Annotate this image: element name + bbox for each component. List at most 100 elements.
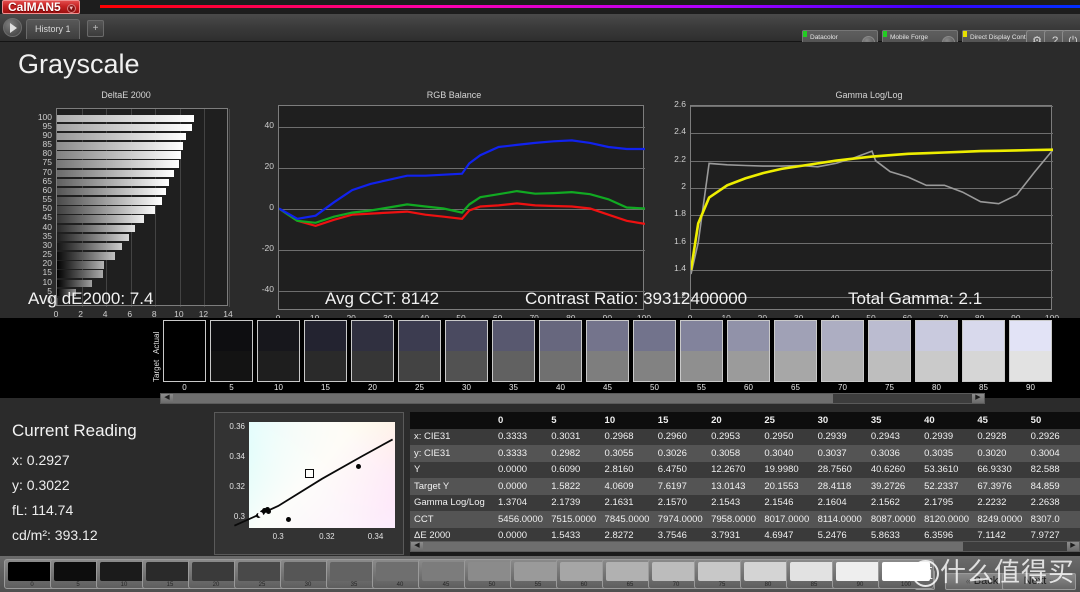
plot-area [56,108,230,307]
y-axis-tick: 80 [42,148,52,159]
patch-target [728,351,769,381]
patch-number: 5 [229,383,234,392]
patch-actual [634,321,675,351]
patch-swatch[interactable] [821,320,864,382]
scrollbar-thumb[interactable] [423,542,963,551]
patch-swatch[interactable] [962,320,1005,382]
patch-actual [681,321,722,351]
y-axis-tick: 95 [42,120,52,131]
swatch-fill [468,562,516,581]
run-button[interactable] [3,18,22,37]
swatch-fill [514,562,562,581]
table-cell: 0.2926 [1026,428,1080,445]
patch-number: 25 [415,383,424,392]
table-cell: 7958.0000 [707,511,761,528]
swatch-fill [744,562,792,581]
table-cell: 0.3036 [866,445,921,462]
scrollbar-thumb[interactable] [173,394,833,403]
source-accent [883,31,887,37]
table-column-header: 50 [1026,412,1080,429]
brand-name: CalMAN [8,0,55,14]
toolbar: History 1 + Datacolor Spyder 4LCD (LED) … [0,14,1080,59]
patch-swatch[interactable] [680,320,723,382]
patch-swatch[interactable] [492,320,535,382]
patch-target [446,351,487,381]
bar [57,197,162,205]
patch-actual [399,321,440,351]
add-tab-label: + [92,23,99,34]
patch-swatch[interactable] [868,320,911,382]
series-line [279,202,645,228]
patch-swatch[interactable] [633,320,676,382]
patch-swatch[interactable] [1009,320,1052,382]
patch-number: 40 [556,383,565,392]
table-row-label: y: CIE31 [410,445,494,462]
chevron-down-icon[interactable]: ▼ [66,4,76,13]
patch-swatch[interactable] [915,320,958,382]
patch-swatch[interactable] [351,320,394,382]
series-overlay [691,148,1053,275]
swatch-fill [376,562,424,581]
y-axis-tick: -20 [261,242,274,253]
table-cell: 0.6090 [547,461,601,478]
patch-swatch[interactable] [445,320,488,382]
patch-number: 85 [979,383,988,392]
patch-number: 10 [274,383,283,392]
gridline [229,109,230,307]
tab-history-1[interactable]: History 1 [26,19,80,39]
gridline [204,109,206,307]
y-axis-tick: 1.8 [674,208,686,219]
calman-window: CalMAN5 ▼ History 1 + Datacolor Spyder 4… [0,0,1080,592]
scroll-left-icon[interactable]: ◀ [161,394,173,403]
patch-swatch[interactable] [586,320,629,382]
measurements-table: 0 5 10 15 20 25 30 35 40 45 50 x: CIE31 0.3333 0.3031… [410,412,1080,556]
y-axis-tick: 90 [42,129,52,140]
table-row: CCT 5456.0000 7515.0000 7845.0000 7974.0000 7… [410,511,1080,528]
patch-swatch[interactable] [210,320,253,382]
bar [57,252,115,260]
title-bar: CalMAN5 ▼ [0,0,1080,14]
patch-swatch[interactable] [727,320,770,382]
scroll-right-icon[interactable]: ▶ [972,394,984,403]
table-cell: 2.1543 [707,494,761,511]
table-cell: 39.2726 [866,478,921,495]
table-cell: 8307.0 [1026,511,1080,528]
table-scrollbar[interactable]: ◀ ▶ [410,541,1080,552]
watermark-badge-icon: 值 [912,560,939,587]
patch-swatch[interactable] [304,320,347,382]
bar [57,114,194,123]
table-cell: 84.859 [1026,478,1080,495]
cie-chromaticity-chart[interactable]: 0.3 0.32 0.34 0.3 0.32 0.34 0.36 [214,412,404,555]
patch-actual [728,321,769,351]
add-tab-button[interactable]: + [87,20,104,37]
patch-strip-scrollbar[interactable]: ◀ ▶ [160,393,985,404]
patch-swatch[interactable] [774,320,817,382]
table-cell: 0.3058 [707,445,761,462]
series-overlay [279,139,645,228]
swatch-fill [284,562,332,581]
y-axis-tick: 25 [42,249,52,259]
patch-swatch[interactable] [398,320,441,382]
patch-actual [164,321,205,351]
table-column-header: 30 [813,412,867,429]
patch-swatch[interactable] [257,320,300,382]
table-row-label: CCT [410,511,494,528]
control-accent [963,31,967,37]
patch-target [869,351,910,381]
y-axis-tick: 20 [264,160,274,171]
patch-swatch[interactable] [539,320,582,382]
patch-label-target: Target [152,359,161,382]
table-cell: 0.2939 [813,428,867,445]
table-row: Target Y 0.0000 1.5822 4.0609 7.6197 13.0143 2… [410,478,1080,495]
summary-avg-de2000: Avg dE2000: 7.4 [28,289,154,308]
table-column-header: 45 [973,412,1027,429]
patch-swatch[interactable] [163,320,206,382]
table-cell: 0.3040 [760,445,814,462]
swatch-fill [606,562,654,581]
scroll-right-icon[interactable]: ▶ [1067,542,1079,551]
scroll-left-icon[interactable]: ◀ [411,542,423,551]
patch-actual [211,321,252,351]
source-label: Mobile Forge [890,34,928,41]
swatch-fill [790,562,838,581]
swatch-fill [698,562,746,581]
